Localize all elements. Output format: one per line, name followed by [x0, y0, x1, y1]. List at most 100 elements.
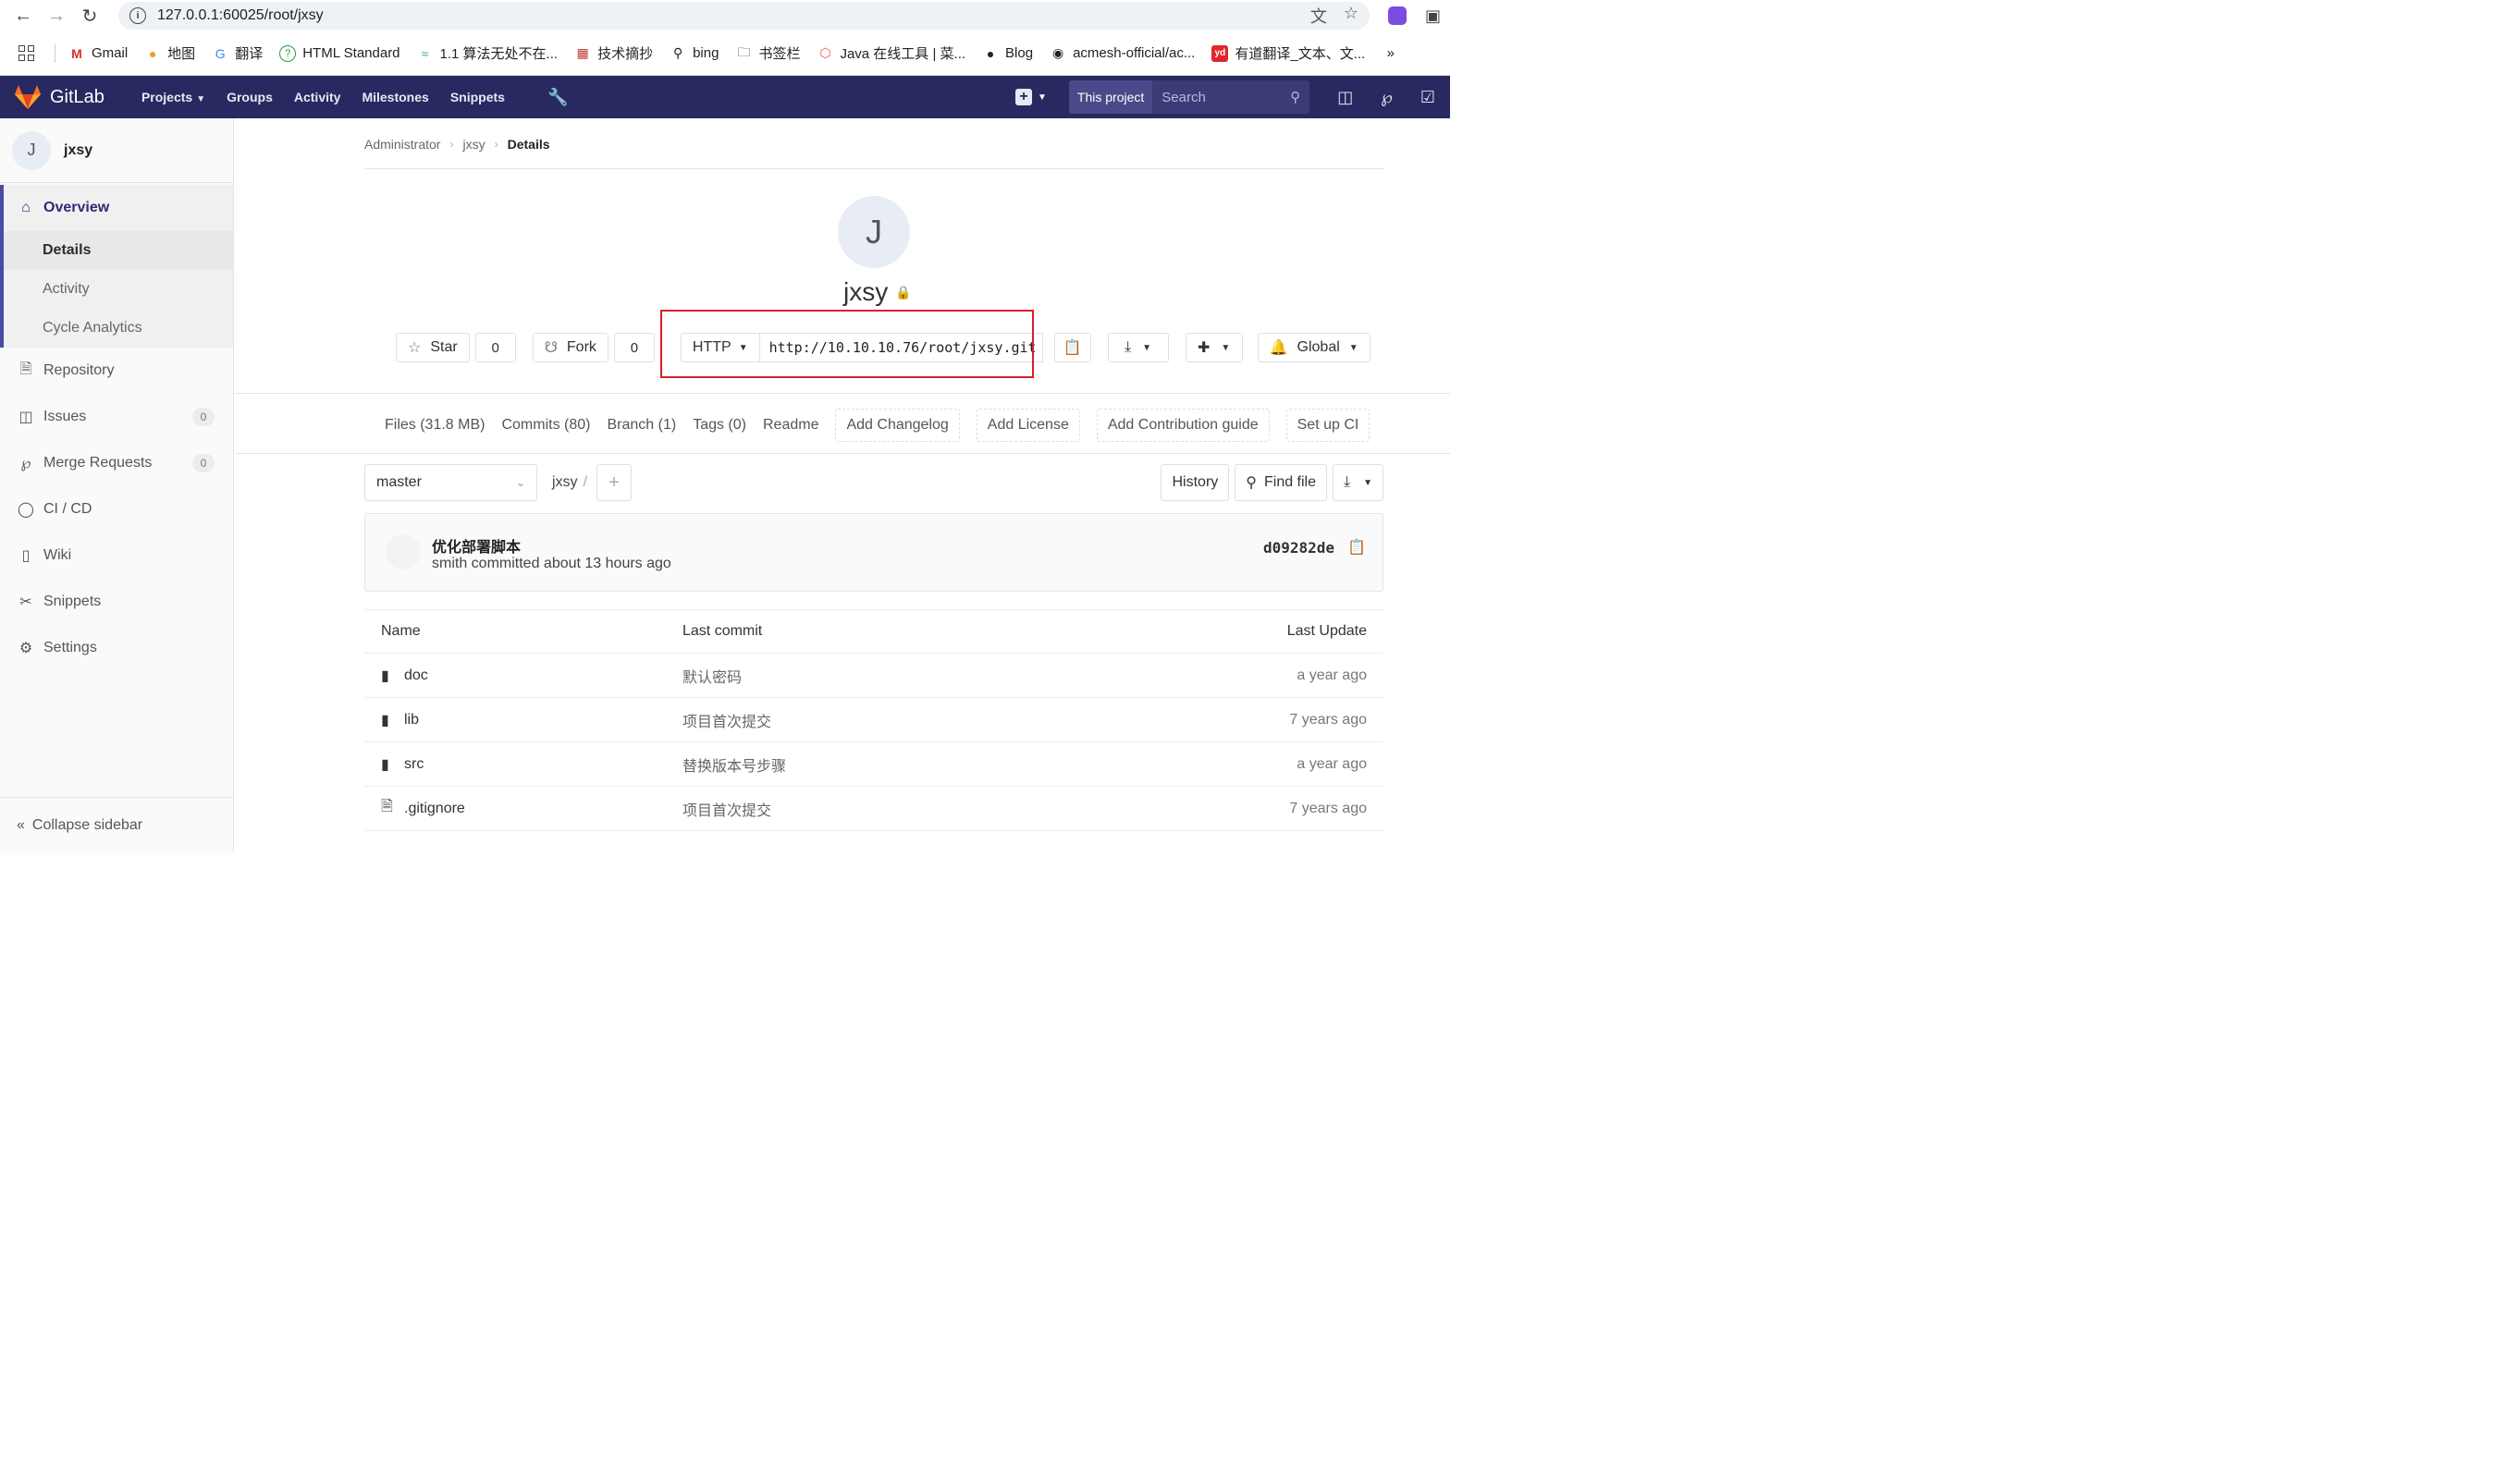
bookmark-java-tools[interactable]: ⬡ Java 在线工具 | 菜...	[817, 43, 965, 63]
gitlab-logo[interactable]: GitLab	[15, 85, 104, 109]
sidebar-item-wiki[interactable]: ▯ Wiki	[0, 532, 233, 579]
file-icon: 🗎	[381, 799, 393, 814]
nav-activity[interactable]: Activity	[294, 90, 341, 104]
url-text[interactable]: 127.0.0.1:60025/root/jxsy	[157, 7, 324, 24]
bookmark-bing[interactable]: ⚲ bing	[670, 45, 719, 62]
nav-snippets[interactable]: Snippets	[450, 90, 505, 104]
row-commit[interactable]: 项目首次提交	[682, 709, 1199, 731]
bookmark-html-standard[interactable]: ? HTML Standard	[279, 44, 400, 62]
bookmark-tech-notes[interactable]: ▦ 技术摘抄	[574, 43, 653, 63]
bookmark-gmail[interactable]: M Gmail	[68, 45, 128, 62]
sidebar-item-settings[interactable]: ⚙ Settings	[0, 625, 233, 671]
tab-readme[interactable]: Readme	[763, 417, 818, 434]
breadcrumb-project[interactable]: jxsy	[462, 137, 485, 152]
avatar[interactable]	[386, 534, 421, 569]
add-dropdown[interactable]: ✚ ▼	[1185, 333, 1243, 362]
browser-toolbar: ← → ↻ i 127.0.0.1:60025/root/jxsy 文 ☆ ▣	[0, 0, 1450, 31]
bookmark-acmesh[interactable]: ◉ acmesh-official/ac...	[1050, 45, 1195, 62]
clipboard-icon[interactable]: 📋	[1347, 538, 1366, 557]
add-contribution-guide-button[interactable]: Add Contribution guide	[1096, 409, 1270, 442]
file-name[interactable]: doc	[404, 667, 428, 684]
table-row[interactable]: 🗎 .gitignore 项目首次提交 7 years ago	[364, 787, 1383, 831]
nav-milestones[interactable]: Milestones	[362, 90, 428, 104]
merge-requests-count-badge: 0	[192, 454, 215, 472]
apps-grid-icon[interactable]	[18, 45, 34, 61]
commit-title[interactable]: 优化部署脚本	[432, 534, 521, 557]
fork-button[interactable]: ☋ Fork	[532, 333, 608, 362]
fork-count[interactable]: 0	[613, 333, 655, 362]
bookmark-algorithm[interactable]: ≈1.1 算法无处不在...	[417, 43, 558, 63]
setup-ci-button[interactable]: Set up CI	[1285, 409, 1371, 442]
collapse-sidebar-button[interactable]: « Collapse sidebar	[0, 797, 234, 852]
bookmarks-more-icon[interactable]: »	[1387, 45, 1395, 61]
sidebar-item-snippets[interactable]: ✂ Snippets	[0, 579, 233, 625]
admin-wrench-icon[interactable]: 🔧	[547, 88, 568, 107]
sidebar-project-header[interactable]: J jxsy	[0, 118, 233, 183]
site-info-icon[interactable]: i	[129, 7, 146, 24]
table-row[interactable]: ▮ lib 项目首次提交 7 years ago	[364, 698, 1383, 742]
breadcrumb-admin[interactable]: Administrator	[364, 137, 440, 152]
back-icon[interactable]: ←	[9, 2, 37, 30]
table-row[interactable]: ▮ doc 默认密码 a year ago	[364, 654, 1383, 698]
download-dropdown[interactable]: ⤓ ▼	[1107, 333, 1169, 362]
bookmark-blog[interactable]: ● Blog	[982, 45, 1033, 62]
search-scope-this-project[interactable]: This project	[1068, 80, 1153, 114]
globe-icon: ●	[986, 45, 995, 61]
row-commit[interactable]: 替换版本号步骤	[682, 753, 1199, 776]
add-file-button[interactable]: +	[596, 464, 633, 501]
bookmark-youdao[interactable]: yd 有道翻译_文本、文...	[1211, 43, 1365, 63]
find-file-button[interactable]: ⚲ Find file	[1235, 464, 1328, 501]
bookmarks-bar: M Gmail ● 地图 G 翻译 ? HTML Standard ≈1.1 算法无处不…	[0, 31, 1450, 76]
repo-path[interactable]: jxsy /	[552, 474, 587, 491]
tab-tags[interactable]: Tags (0)	[693, 417, 746, 434]
sidebar-item-issues[interactable]: ◫ Issues 0	[0, 394, 233, 440]
sidebar-subitem-cycle-analytics[interactable]: Cycle Analytics	[4, 309, 233, 348]
sidebar-subitem-details[interactable]: Details	[4, 231, 233, 270]
download-archive-dropdown[interactable]: ⤓ ▼	[1333, 464, 1383, 501]
tab-branch[interactable]: Branch (1)	[607, 417, 676, 434]
bookmark-translate[interactable]: G 翻译	[212, 43, 263, 63]
history-button[interactable]: History	[1161, 464, 1230, 501]
nav-projects[interactable]: Projects ▼	[141, 90, 205, 104]
file-name[interactable]: lib	[404, 712, 419, 728]
bookmark-star-icon[interactable]: ☆	[1344, 4, 1358, 28]
address-bar[interactable]: i 127.0.0.1:60025/root/jxsy 文 ☆	[118, 2, 1370, 30]
sidebar-subitem-activity[interactable]: Activity	[4, 270, 233, 309]
branch-select[interactable]: master ⌄	[364, 464, 537, 501]
book-icon: ▦	[576, 45, 589, 60]
breadcrumb-current[interactable]: Details	[508, 137, 550, 152]
todo-check-icon[interactable]: ☑	[1420, 88, 1435, 107]
tab-commits[interactable]: Commits (80)	[501, 417, 590, 434]
header-last-commit: Last commit	[682, 623, 763, 639]
star-button[interactable]: ☆ Star	[396, 333, 470, 362]
bookmark-folder[interactable]: 🗀 书签栏	[735, 43, 800, 63]
sidebar-item-overview[interactable]: ⌂ Overview	[4, 185, 233, 231]
extension-icon[interactable]	[1387, 6, 1407, 25]
new-dropdown[interactable]: + ▼	[1015, 89, 1047, 105]
bookmark-maps[interactable]: ● 地图	[144, 43, 195, 63]
translate-page-icon[interactable]: 文	[1310, 4, 1327, 28]
star-count[interactable]: 0	[474, 333, 516, 362]
reload-icon[interactable]: ↻	[76, 2, 104, 30]
extensions-puzzle-icon[interactable]: ▣	[1425, 6, 1441, 26]
row-commit[interactable]: 项目首次提交	[682, 798, 1199, 820]
tab-files[interactable]: Files (31.8 MB)	[385, 417, 485, 434]
row-commit[interactable]: 默认密码	[682, 665, 1199, 687]
issues-icon[interactable]: ◫	[1337, 88, 1353, 107]
table-row[interactable]: ▮ src 替换版本号步骤 a year ago	[364, 742, 1383, 787]
search-input[interactable]: Search ⚲	[1152, 80, 1310, 114]
nav-groups[interactable]: Groups	[227, 90, 273, 104]
file-name[interactable]: src	[404, 756, 424, 773]
merge-request-icon[interactable]: ℘	[1381, 88, 1393, 107]
sidebar-item-cicd[interactable]: ◯ CI / CD	[0, 486, 233, 532]
caret-down-icon: ▼	[1142, 342, 1152, 353]
commit-sha[interactable]: d09282de	[1263, 539, 1334, 557]
sidebar-item-repository[interactable]: 🗎 Repository	[0, 348, 233, 394]
add-changelog-button[interactable]: Add Changelog	[835, 409, 960, 442]
copy-url-button[interactable]: 📋	[1053, 333, 1091, 362]
sidebar-item-merge-requests[interactable]: ℘ Merge Requests 0	[0, 440, 233, 486]
notification-dropdown[interactable]: 🔔 Global ▼	[1257, 333, 1371, 362]
file-name[interactable]: .gitignore	[404, 801, 465, 817]
forward-icon[interactable]: →	[43, 2, 70, 30]
add-license-button[interactable]: Add License	[976, 409, 1080, 442]
